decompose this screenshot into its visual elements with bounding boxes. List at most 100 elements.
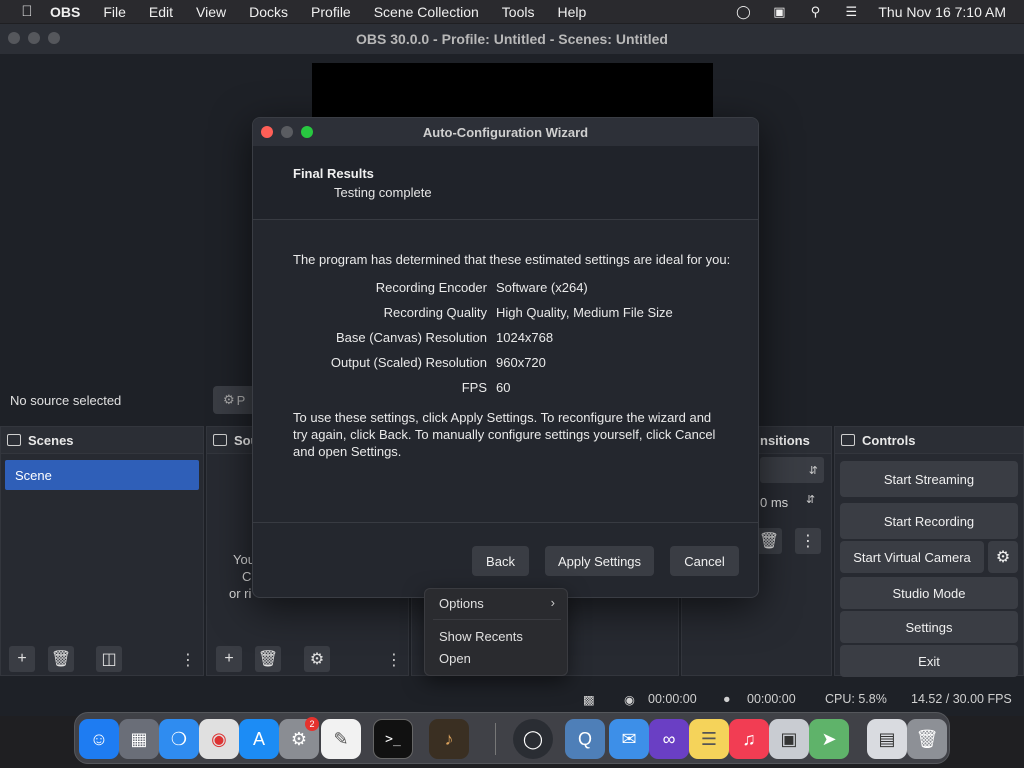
mail-icon[interactable]: ✉ [609, 719, 649, 759]
dock-undock-icon[interactable] [7, 434, 21, 446]
launchpad-icon[interactable]: ▦ [119, 719, 159, 759]
window-icon[interactable]: ▣ [770, 4, 788, 19]
dialog-close-button[interactable] [261, 126, 273, 138]
source-more-icon[interactable]: ⋮ [386, 650, 402, 670]
dialog-footer-divider [253, 522, 758, 523]
music-icon[interactable]: ♫ [729, 719, 769, 759]
remove-transition-button[interactable]: 🗑 [756, 528, 782, 554]
duration-stepper-icon[interactable]: ⇵ [806, 493, 815, 506]
visual-studio-icon[interactable]: ∞ [649, 719, 689, 759]
dialog-window-controls [261, 126, 321, 138]
maps-icon[interactable]: ➤ [809, 719, 849, 759]
start-recording-button[interactable]: Start Recording [840, 503, 1018, 539]
result-value: High Quality, Medium File Size [496, 305, 673, 320]
result-label: Output (Scaled) Resolution [330, 355, 487, 370]
menu-item-options[interactable]: Options [439, 596, 484, 611]
notification-badge: 2 [305, 717, 319, 731]
trash-icon[interactable]: 🗑 [907, 719, 947, 759]
settings-button[interactable]: Settings [840, 611, 1018, 643]
dialog-body: The program has determined that these es… [253, 220, 758, 460]
start-streaming-button[interactable]: Start Streaming [840, 461, 1018, 497]
obs-status-icon[interactable]: ◯ [734, 4, 752, 19]
preview-icon[interactable]: ▣ [769, 719, 809, 759]
dock-context-menu: Options › Show Recents Open [424, 588, 568, 676]
dialog-zoom-button[interactable] [301, 126, 313, 138]
cancel-button[interactable]: Cancel [670, 546, 739, 576]
menu-file[interactable]: File [103, 4, 126, 20]
menu-item-show-recents[interactable]: Show Recents [439, 629, 523, 644]
stream-icon: ◉ [624, 692, 635, 707]
safari-icon[interactable]: ❍ [159, 719, 199, 759]
app-store-icon[interactable]: A [239, 719, 279, 759]
result-label: FPS [461, 380, 487, 395]
finder-icon[interactable]: ☺ [79, 719, 119, 759]
obs-icon[interactable]: ◯ [513, 719, 553, 759]
exit-button[interactable]: Exit [840, 645, 1018, 677]
transition-duration[interactable]: 0 ms [760, 495, 788, 510]
scenes-title: Scenes [28, 432, 74, 448]
gear-icon: ⚙ [223, 392, 235, 407]
close-button[interactable] [8, 32, 20, 44]
menu-edit[interactable]: Edit [149, 4, 173, 20]
garageband-icon[interactable]: ♪ [429, 719, 469, 759]
terminal-icon[interactable]: >_ [373, 719, 413, 759]
transitions-title: nsitions [760, 432, 810, 448]
textedit-icon[interactable]: ✎ [321, 719, 361, 759]
fps-readout: 14.52 / 30.00 FPS [911, 692, 1012, 706]
studio-mode-button[interactable]: Studio Mode [840, 577, 1018, 609]
apple-icon[interactable]:  [18, 3, 36, 20]
add-scene-button[interactable]: + [9, 646, 35, 672]
quicktime-icon[interactable]: Q [565, 719, 605, 759]
add-source-button[interactable]: + [216, 646, 242, 672]
stream-time: 00:00:00 [648, 692, 697, 706]
menubar-clock[interactable]: Thu Nov 16 7:10 AM [878, 4, 1006, 20]
start-virtual-camera-button[interactable]: Start Virtual Camera [840, 541, 984, 573]
minimize-button[interactable] [28, 32, 40, 44]
cpu-usage: CPU: 5.8% [825, 692, 887, 706]
dock-undock-icon[interactable] [213, 434, 227, 446]
scene-list-item[interactable]: Scene [5, 460, 199, 490]
controls-title: Controls [862, 432, 916, 448]
menu-docks[interactable]: Docks [249, 4, 288, 20]
scene-more-icon[interactable]: ⋮ [180, 650, 196, 670]
menu-scene-collection[interactable]: Scene Collection [374, 4, 479, 20]
menu-profile[interactable]: Profile [311, 4, 351, 20]
menu-tools[interactable]: Tools [502, 4, 535, 20]
window-controls [8, 32, 68, 44]
record-icon: ● [723, 692, 731, 706]
final-results-heading: Final Results [293, 166, 374, 181]
results-instructions: To use these settings, click Apply Setti… [293, 410, 716, 459]
window-title: OBS 30.0.0 - Profile: Untitled - Scenes:… [356, 31, 668, 47]
search-icon[interactable]: ⚲ [806, 4, 824, 19]
virtual-camera-settings-icon[interactable]: ⚙ [988, 541, 1018, 573]
menu-help[interactable]: Help [557, 4, 586, 20]
result-label: Recording Encoder [375, 280, 487, 295]
remove-scene-button[interactable]: 🗑 [48, 646, 74, 672]
window-titlebar: OBS 30.0.0 - Profile: Untitled - Scenes:… [0, 24, 1024, 54]
result-value: 1024x768 [496, 330, 554, 345]
menu-app-name[interactable]: OBS [50, 4, 80, 20]
result-value: 960x720 [496, 355, 546, 370]
transition-more-button[interactable]: ⋮ [795, 528, 821, 554]
scene-filters-button[interactable]: ◫ [96, 646, 122, 672]
chrome-icon[interactable]: ◉ [199, 719, 239, 759]
result-row: Recording Encoder Software (x264) [293, 280, 758, 305]
transition-select[interactable]: ⇵ [760, 457, 824, 483]
menu-view[interactable]: View [196, 4, 226, 20]
network-bars-icon: ▩ [583, 692, 595, 707]
auto-config-wizard-dialog: Auto-Configuration Wizard Final Results … [252, 117, 759, 598]
apply-settings-button[interactable]: Apply Settings [545, 546, 654, 576]
menu-item-open[interactable]: Open [439, 651, 471, 666]
back-button[interactable]: Back [472, 546, 529, 576]
source-properties-button[interactable]: ⚙ [304, 646, 330, 672]
remove-source-button[interactable]: 🗑 [255, 646, 281, 672]
zoom-button[interactable] [48, 32, 60, 44]
record-time: 00:00:00 [747, 692, 796, 706]
dock-undock-icon[interactable] [841, 434, 855, 446]
control-center-icon[interactable]: ☰ [842, 4, 860, 19]
no-source-label: No source selected [10, 392, 122, 408]
documents-icon[interactable]: ▤ [867, 719, 907, 759]
notes-icon[interactable]: ☰ [689, 719, 729, 759]
result-label: Recording Quality [383, 305, 487, 320]
dialog-minimize-button[interactable] [281, 126, 293, 138]
